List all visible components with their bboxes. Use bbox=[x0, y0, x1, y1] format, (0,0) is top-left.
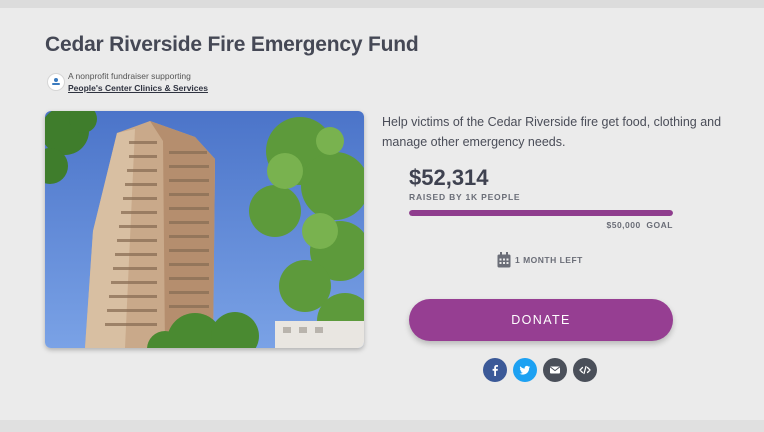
org-logo-icon bbox=[52, 78, 60, 85]
org-link[interactable]: People's Center Clinics & Services bbox=[68, 82, 208, 94]
org-logo bbox=[47, 73, 65, 91]
org-info: A nonprofit fundraiser supporting People… bbox=[68, 70, 208, 94]
email-icon bbox=[549, 366, 561, 374]
fundraiser-photo bbox=[45, 111, 364, 348]
time-left-label: 1 MONTH LEFT bbox=[515, 255, 583, 265]
embed-share-button[interactable] bbox=[573, 358, 597, 382]
facebook-icon bbox=[492, 365, 498, 376]
raised-by-count: RAISED BY 1K PEOPLE bbox=[409, 192, 521, 202]
email-share-button[interactable] bbox=[543, 358, 567, 382]
time-left: 1 MONTH LEFT bbox=[497, 251, 583, 269]
top-band bbox=[0, 0, 764, 8]
calendar-icon bbox=[497, 252, 511, 268]
amount-raised: $52,314 bbox=[409, 165, 489, 190]
page-title: Cedar Riverside Fire Emergency Fund bbox=[45, 33, 419, 56]
goal-amount: $50,000 GOAL bbox=[606, 220, 673, 230]
donate-button[interactable]: DONATE bbox=[409, 299, 673, 341]
org-prefix: A nonprofit fundraiser supporting bbox=[68, 71, 191, 81]
twitter-icon bbox=[519, 365, 530, 375]
progress-bar bbox=[409, 210, 673, 216]
embed-icon bbox=[579, 365, 591, 375]
twitter-share-button[interactable] bbox=[513, 358, 537, 382]
building-photo bbox=[45, 111, 364, 348]
share-buttons bbox=[483, 358, 597, 382]
fundraiser-description: Help victims of the Cedar Riverside fire… bbox=[382, 115, 722, 149]
progress-bar-fill bbox=[409, 210, 673, 216]
bottom-band bbox=[0, 420, 764, 432]
facebook-share-button[interactable] bbox=[483, 358, 507, 382]
